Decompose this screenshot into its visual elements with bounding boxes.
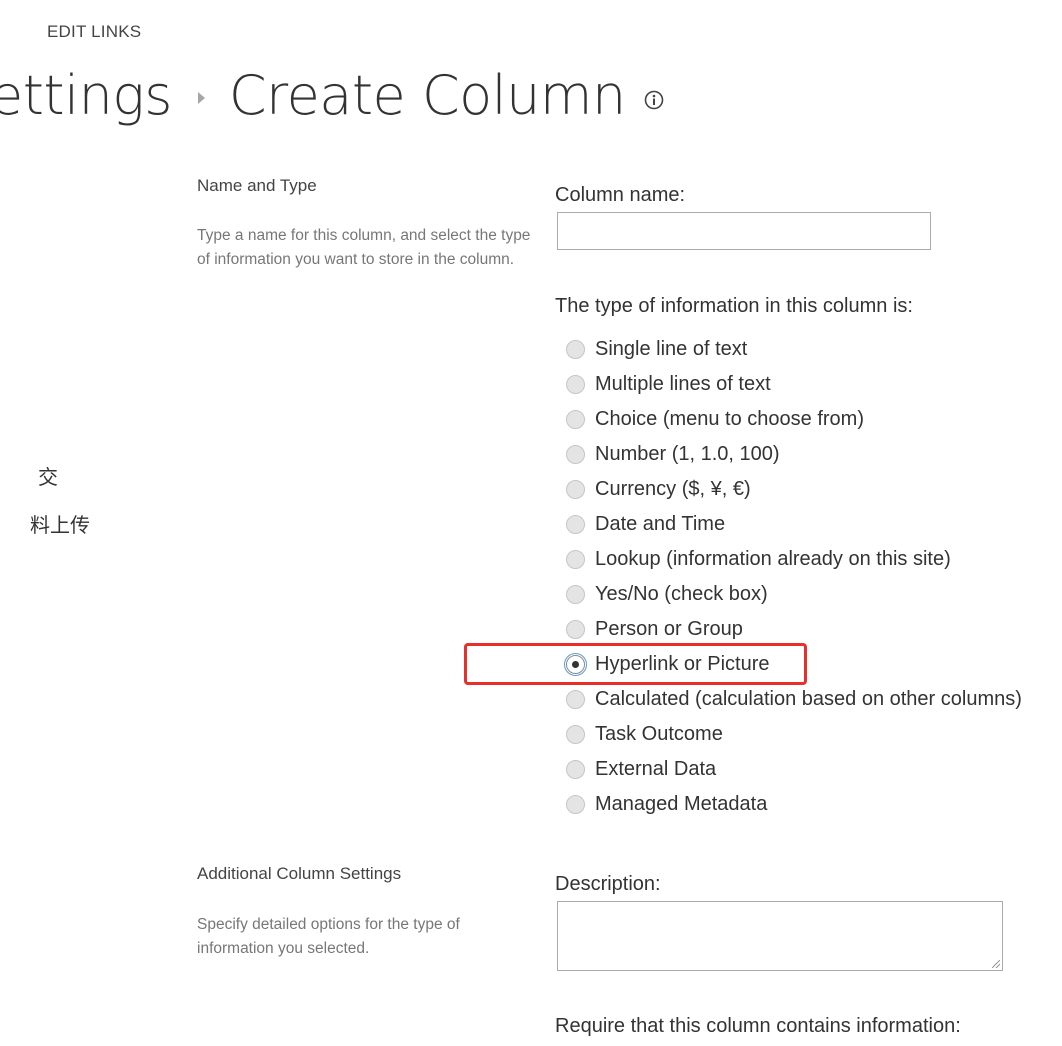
name-and-type-title: Name and Type	[197, 176, 317, 195]
radio-option[interactable]: Multiple lines of text	[566, 367, 1022, 402]
radio-option[interactable]: Currency ($, ¥, €)	[566, 472, 1022, 507]
radio-button[interactable]	[566, 375, 585, 394]
radio-button-selected[interactable]	[564, 653, 587, 676]
radio-label: Multiple lines of text	[595, 373, 771, 395]
radio-button[interactable]	[566, 585, 585, 604]
radio-label: Person or Group	[595, 618, 743, 640]
radio-label: Task Outcome	[595, 723, 723, 745]
page: EDIT LINKS ettings Create Column 交 料上传 N…	[0, 0, 1062, 1046]
column-name-input[interactable]	[557, 212, 931, 250]
radio-label: Hyperlink or Picture	[595, 653, 770, 675]
breadcrumb-separator-icon	[197, 92, 205, 104]
radio-label: Managed Metadata	[595, 793, 768, 815]
radio-label: Single line of text	[595, 338, 748, 360]
quick-launch-item[interactable]: 交	[38, 461, 58, 490]
radio-option[interactable]: Yes/No (check box)	[566, 577, 1022, 612]
radio-label: Lookup (information already on this site…	[595, 548, 951, 570]
radio-button[interactable]	[566, 410, 585, 429]
column-type-radio-group: Single line of text Multiple lines of te…	[564, 332, 1022, 822]
column-name-label: Column name:	[555, 184, 686, 206]
radio-button[interactable]	[566, 760, 585, 779]
radio-option[interactable]: Single line of text	[566, 332, 1022, 367]
radio-button[interactable]	[566, 795, 585, 814]
radio-label: Currency ($, ¥, €)	[595, 478, 751, 500]
radio-label: Yes/No (check box)	[595, 583, 768, 605]
edit-links-link[interactable]: EDIT LINKS	[47, 22, 141, 42]
radio-button[interactable]	[566, 480, 585, 499]
radio-button[interactable]	[566, 550, 585, 569]
radio-option[interactable]: Lookup (information already on this site…	[566, 542, 1022, 577]
radio-label: Number (1, 1.0, 100)	[595, 443, 780, 465]
radio-label: Date and Time	[595, 513, 726, 535]
radio-button[interactable]	[566, 515, 585, 534]
additional-settings-description: Specify detailed options for the type of…	[197, 916, 460, 957]
column-type-label: The type of information in this column i…	[555, 295, 913, 317]
radio-button[interactable]	[566, 620, 585, 639]
radio-option-selected[interactable]: Hyperlink or Picture	[564, 647, 1022, 682]
resize-grip-icon[interactable]	[992, 960, 1000, 968]
name-and-type-description: Type a name for this column, and select …	[197, 227, 531, 268]
radio-option[interactable]: External Data	[566, 752, 1022, 787]
page-title: Create Column	[228, 63, 626, 127]
description-textarea[interactable]	[557, 901, 1003, 971]
radio-option[interactable]: Managed Metadata	[566, 787, 1022, 822]
quick-launch-item[interactable]: 料上传	[30, 509, 90, 538]
radio-option[interactable]: Calculated (calculation based on other c…	[566, 682, 1022, 717]
page-title-row: ettings Create Column	[0, 50, 664, 140]
radio-label: Calculated (calculation based on other c…	[595, 688, 1022, 710]
radio-button[interactable]	[566, 445, 585, 464]
radio-option[interactable]: Person or Group	[566, 612, 1022, 647]
radio-option[interactable]: Task Outcome	[566, 717, 1022, 752]
radio-button[interactable]	[566, 690, 585, 709]
radio-option[interactable]: Date and Time	[566, 507, 1022, 542]
radio-option[interactable]: Choice (menu to choose from)	[566, 402, 1022, 437]
breadcrumb-settings-link[interactable]: ettings	[0, 64, 172, 127]
radio-label: Choice (menu to choose from)	[595, 408, 865, 430]
radio-button[interactable]	[566, 340, 585, 359]
info-icon[interactable]	[644, 90, 664, 110]
radio-button[interactable]	[566, 725, 585, 744]
radio-option[interactable]: Number (1, 1.0, 100)	[566, 437, 1022, 472]
additional-settings-title: Additional Column Settings	[197, 864, 402, 883]
description-label: Description:	[555, 873, 661, 895]
radio-label: External Data	[595, 758, 717, 780]
require-info-label: Require that this column contains inform…	[555, 1015, 961, 1037]
